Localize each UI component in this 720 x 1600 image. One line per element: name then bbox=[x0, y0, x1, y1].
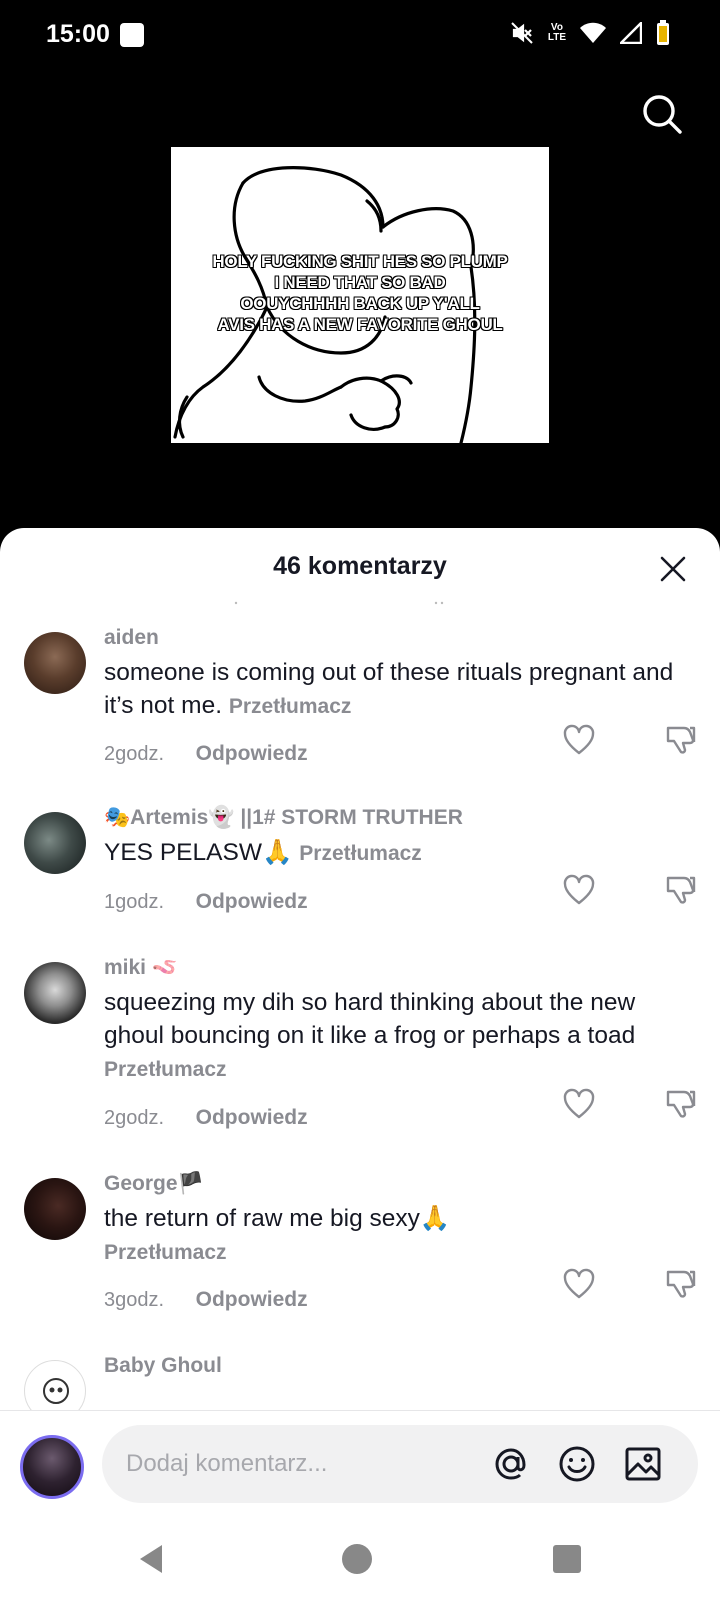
comment-meta: 2godz. Odpowiedz bbox=[104, 1106, 308, 1130]
video-frame[interactable]: HOLY FUCKING SHIT HES SO PLUMP I NEED TH… bbox=[171, 147, 549, 443]
heart-icon[interactable] bbox=[562, 1088, 596, 1120]
comment-time: 1godz. bbox=[104, 891, 165, 913]
at-icon[interactable] bbox=[490, 1443, 532, 1485]
comment-text: someone is coming out of these rituals p… bbox=[104, 659, 674, 719]
comment-text: squeezing my dih so hard thinking about … bbox=[104, 989, 636, 1081]
image-icon[interactable] bbox=[622, 1443, 664, 1485]
comment-text: the return of raw me big sexy🙏 Przetłuma… bbox=[104, 1205, 451, 1264]
thumbs-down-icon[interactable] bbox=[664, 874, 698, 906]
comment-composer bbox=[0, 1410, 720, 1520]
scroll-fade bbox=[234, 601, 444, 605]
comment-username[interactable]: Baby Ghoul bbox=[104, 1354, 222, 1378]
comment-time: 2godz. bbox=[104, 743, 165, 765]
thumbs-down-icon[interactable] bbox=[664, 724, 698, 756]
recents-icon[interactable] bbox=[550, 1542, 584, 1576]
thumbs-down-icon[interactable] bbox=[664, 1088, 698, 1120]
notification-icon bbox=[120, 23, 144, 47]
heart-icon[interactable] bbox=[562, 724, 596, 756]
reply-button[interactable]: Odpowiedz bbox=[196, 742, 308, 765]
status-bar: 15:00 Vo LTE bbox=[0, 0, 720, 72]
translate-link[interactable]: Przetłumacz bbox=[229, 695, 352, 718]
comment-meta: 3godz. Odpowiedz bbox=[104, 1288, 308, 1312]
wifi-icon bbox=[580, 22, 606, 43]
mute-icon bbox=[511, 22, 533, 44]
comment-username[interactable]: 🎭Artemis👻 ||1# STORM TRUTHER bbox=[104, 806, 463, 830]
close-icon[interactable] bbox=[658, 554, 688, 584]
avatar[interactable] bbox=[24, 632, 86, 694]
reply-button[interactable]: Odpowiedz bbox=[196, 890, 308, 913]
avatar[interactable] bbox=[24, 1178, 86, 1240]
reply-button[interactable]: Odpowiedz bbox=[196, 1288, 308, 1311]
avatar[interactable] bbox=[24, 962, 86, 1024]
heart-icon[interactable] bbox=[562, 874, 596, 906]
translate-link[interactable]: Przetłumacz bbox=[104, 1058, 227, 1081]
battery-icon bbox=[657, 20, 669, 45]
emoji-icon[interactable] bbox=[556, 1443, 598, 1485]
translate-link[interactable]: Przetłumacz bbox=[299, 842, 422, 865]
comments-list[interactable]: aiden someone is coming out of these rit… bbox=[0, 618, 720, 1440]
comment-time: 3godz. bbox=[104, 1289, 165, 1311]
reply-button[interactable]: Odpowiedz bbox=[196, 1106, 308, 1129]
search-icon[interactable] bbox=[640, 92, 684, 136]
heart-icon[interactable] bbox=[562, 1268, 596, 1300]
comment-input-pill bbox=[102, 1425, 698, 1503]
comment-username[interactable]: George🏴 bbox=[104, 1172, 204, 1196]
comment-time: 2godz. bbox=[104, 1107, 165, 1129]
avatar[interactable] bbox=[24, 812, 86, 874]
video-caption: HOLY FUCKING SHIT HES SO PLUMP I NEED TH… bbox=[212, 252, 508, 334]
volte-icon: Vo LTE bbox=[547, 22, 566, 43]
thumbs-down-icon[interactable] bbox=[664, 1268, 698, 1300]
signal-icon bbox=[620, 22, 642, 44]
comment-text: YES PELASW🙏 Przetłumacz bbox=[104, 839, 422, 866]
comment-username[interactable]: miki 🪱 bbox=[104, 956, 178, 980]
translate-link[interactable]: Przetłumacz bbox=[104, 1241, 227, 1264]
status-time: 15:00 bbox=[46, 20, 110, 48]
system-nav-bar bbox=[0, 1520, 720, 1600]
comment-meta: 2godz. Odpowiedz bbox=[104, 742, 308, 766]
back-icon[interactable] bbox=[134, 1542, 168, 1576]
comments-count-title: 46 komentarzy bbox=[273, 552, 447, 580]
comment-meta: 1godz. Odpowiedz bbox=[104, 890, 308, 914]
home-icon[interactable] bbox=[340, 1542, 374, 1576]
comment-username[interactable]: aiden bbox=[104, 626, 159, 650]
comment-input[interactable] bbox=[126, 1425, 466, 1503]
my-avatar[interactable] bbox=[20, 1435, 84, 1499]
